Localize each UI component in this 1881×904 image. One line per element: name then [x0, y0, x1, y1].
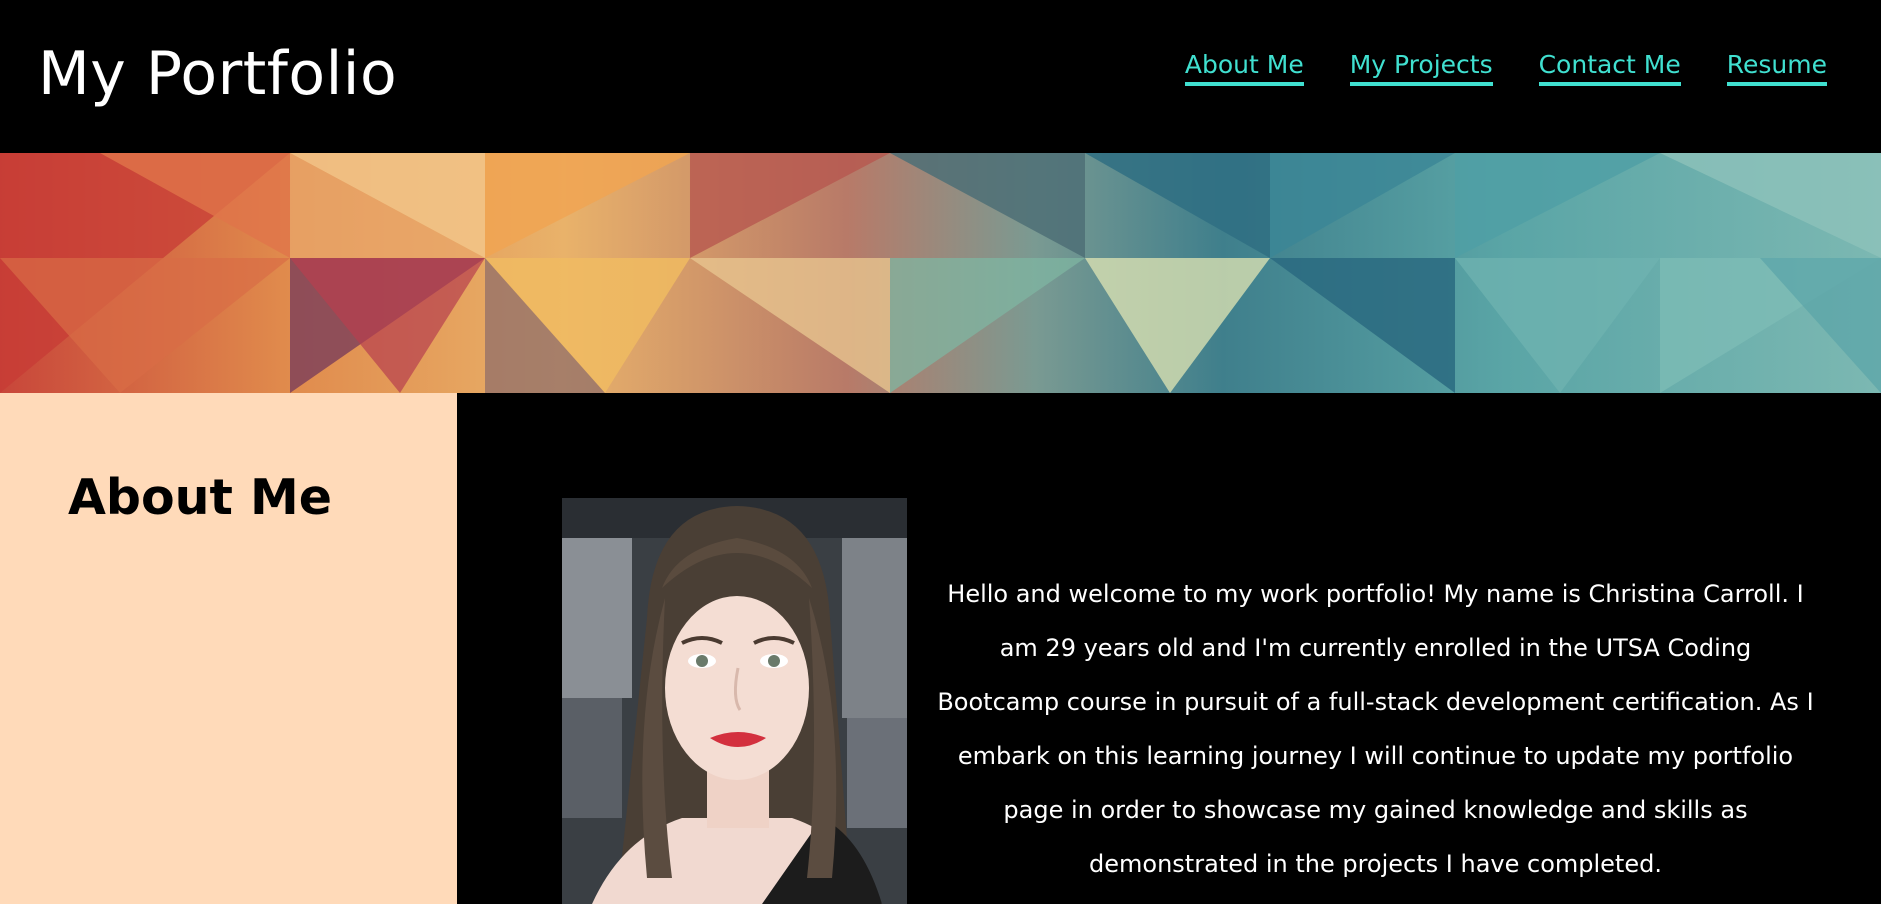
- nav-link-contact-me[interactable]: Contact Me: [1538, 48, 1681, 86]
- nav-link-resume[interactable]: Resume: [1726, 48, 1827, 86]
- hero-banner-image: [0, 153, 1881, 393]
- nav-link-my-projects[interactable]: My Projects: [1349, 48, 1493, 86]
- main-nav: About Me My Projects Contact Me Resume: [1184, 48, 1827, 86]
- about-me-bio: Hello and welcome to my work portfolio! …: [937, 580, 1814, 878]
- about-me-sidebar: About Me: [0, 393, 457, 904]
- site-title: My Portfolio: [38, 39, 398, 109]
- about-me-heading: About Me: [68, 469, 333, 526]
- about-me-content: Hello and welcome to my work portfolio! …: [457, 393, 1881, 904]
- nav-link-about-me[interactable]: About Me: [1184, 48, 1304, 86]
- site-header: My Portfolio About Me My Projects Contac…: [0, 0, 1881, 153]
- profile-photo: [562, 498, 907, 904]
